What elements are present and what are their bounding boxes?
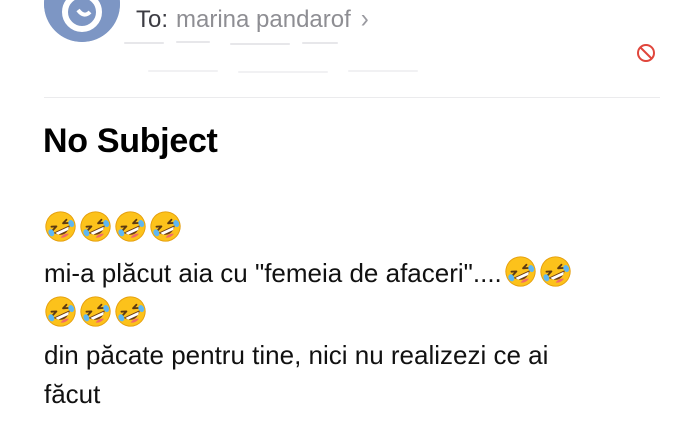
email-subject: No Subject [43,122,218,160]
rofl-emoji-icon [504,255,537,288]
chevron-right-icon[interactable]: › [361,5,369,36]
header-divider [44,97,660,98]
faded-sender-details [118,40,438,82]
rofl-emoji-icon [539,255,572,288]
recipient-name[interactable]: marina pandarof [176,6,351,34]
body-line-5: făcut [44,379,101,409]
body-line-2: mi-a plăcut aia cu "femeia de afaceri"..… [44,255,572,289]
emoji-row-3 [44,295,147,329]
to-label: To: [136,6,169,33]
rofl-emoji-icon [149,210,182,243]
body-line-4: din păcate pentru tine, nici nu realizez… [44,340,549,370]
recipient-row[interactable]: To: marina pandarof › [136,5,369,36]
rofl-emoji-icon [44,295,77,328]
emoji-inline-group [504,255,572,288]
block-sender-icon[interactable] [636,43,656,63]
rofl-emoji-icon [114,295,147,328]
contact-avatar[interactable] [44,0,120,42]
rofl-emoji-icon [79,210,112,243]
rofl-emoji-icon [114,210,147,243]
avatar-logo-icon [44,0,120,42]
body-text-line-2: mi-a plăcut aia cu "femeia de afaceri"..… [44,258,502,288]
rofl-emoji-icon [79,295,112,328]
emoji-row-1 [44,210,182,244]
rofl-emoji-icon [44,210,77,243]
